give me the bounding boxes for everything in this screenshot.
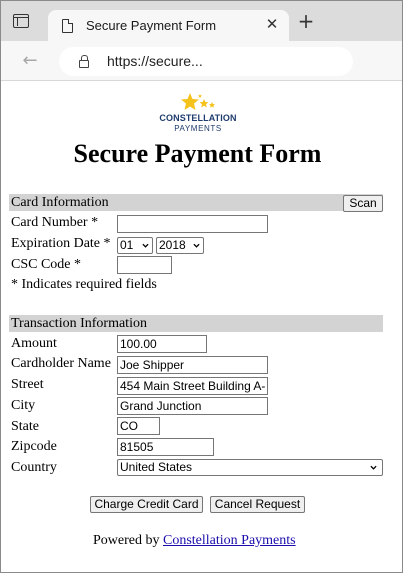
country-value: United States (120, 460, 193, 474)
constellation-logo: CONSTELLATION PAYMENTS (157, 93, 239, 137)
tab-title: Secure Payment Form (86, 18, 217, 33)
stars-icon (181, 93, 215, 110)
expiration-date-label: Expiration Date * (11, 236, 111, 251)
country-select[interactable]: United States (117, 459, 383, 476)
street-input[interactable]: 454 Main Street Building A- (117, 377, 268, 395)
state-input[interactable]: CO (117, 417, 160, 435)
street-label: Street (11, 377, 44, 392)
logo-name: CONSTELLATION (159, 113, 237, 123)
tab-actions-icon[interactable] (13, 14, 29, 28)
chevron-down-icon (370, 465, 377, 470)
card-number-label: Card Number * (11, 215, 99, 230)
back-arrow-icon[interactable]: ← (19, 50, 41, 72)
chevron-down-icon (142, 243, 149, 248)
country-label: Country (11, 460, 57, 475)
powered-by-text: Powered by (93, 533, 160, 548)
csc-code-label: CSC Code * (11, 257, 82, 272)
expiration-year-value: 2018 (159, 238, 186, 252)
chevron-down-icon (193, 243, 200, 248)
page-title: Secure Payment Form (73, 139, 322, 168)
tab-active[interactable]: Secure Payment Form ✕ (48, 10, 289, 41)
address-bar[interactable]: https://secure... (59, 47, 353, 76)
required-fields-note: * Indicates required fields (11, 277, 157, 292)
amount-label: Amount (11, 336, 57, 351)
document-icon (62, 19, 73, 33)
close-icon[interactable]: ✕ (263, 15, 281, 33)
state-label: State (11, 419, 39, 434)
tab-bar: Secure Payment Form ✕ + (1, 1, 402, 41)
lock-icon (79, 55, 89, 68)
expiration-year-select[interactable]: 2018 (156, 237, 204, 254)
cancel-request-button[interactable]: Cancel Request (210, 496, 305, 513)
expiration-month-value: 01 (120, 238, 134, 252)
card-information-header: Card Information (9, 194, 383, 211)
url-text: https://secure... (107, 53, 203, 69)
cardholder-name-label: Cardholder Name (11, 356, 111, 371)
zipcode-input[interactable]: 81505 (117, 438, 214, 456)
browser-toolbar: ← https://secure... (1, 41, 402, 81)
powered-by-footer: Powered by Constellation Payments (93, 533, 296, 549)
zipcode-label: Zipcode (11, 439, 57, 454)
browser-window: Secure Payment Form ✕ + ← https://secure… (0, 0, 403, 573)
amount-input[interactable]: 100.00 (117, 335, 207, 353)
cardholder-name-input[interactable]: Joe Shipper (117, 356, 268, 374)
charge-credit-card-button[interactable]: Charge Credit Card (90, 496, 203, 513)
city-input[interactable]: Grand Junction (117, 397, 268, 415)
city-label: City (11, 398, 36, 413)
transaction-information-header: Transaction Information (9, 315, 383, 332)
scan-button[interactable]: Scan (343, 195, 383, 212)
expiration-month-select[interactable]: 01 (117, 237, 153, 254)
csc-code-input[interactable] (117, 256, 172, 274)
card-number-input[interactable] (117, 215, 268, 233)
logo-subtitle: PAYMENTS (174, 124, 222, 133)
constellation-payments-link[interactable]: Constellation Payments (163, 533, 296, 548)
new-tab-plus-icon[interactable]: + (297, 11, 315, 31)
